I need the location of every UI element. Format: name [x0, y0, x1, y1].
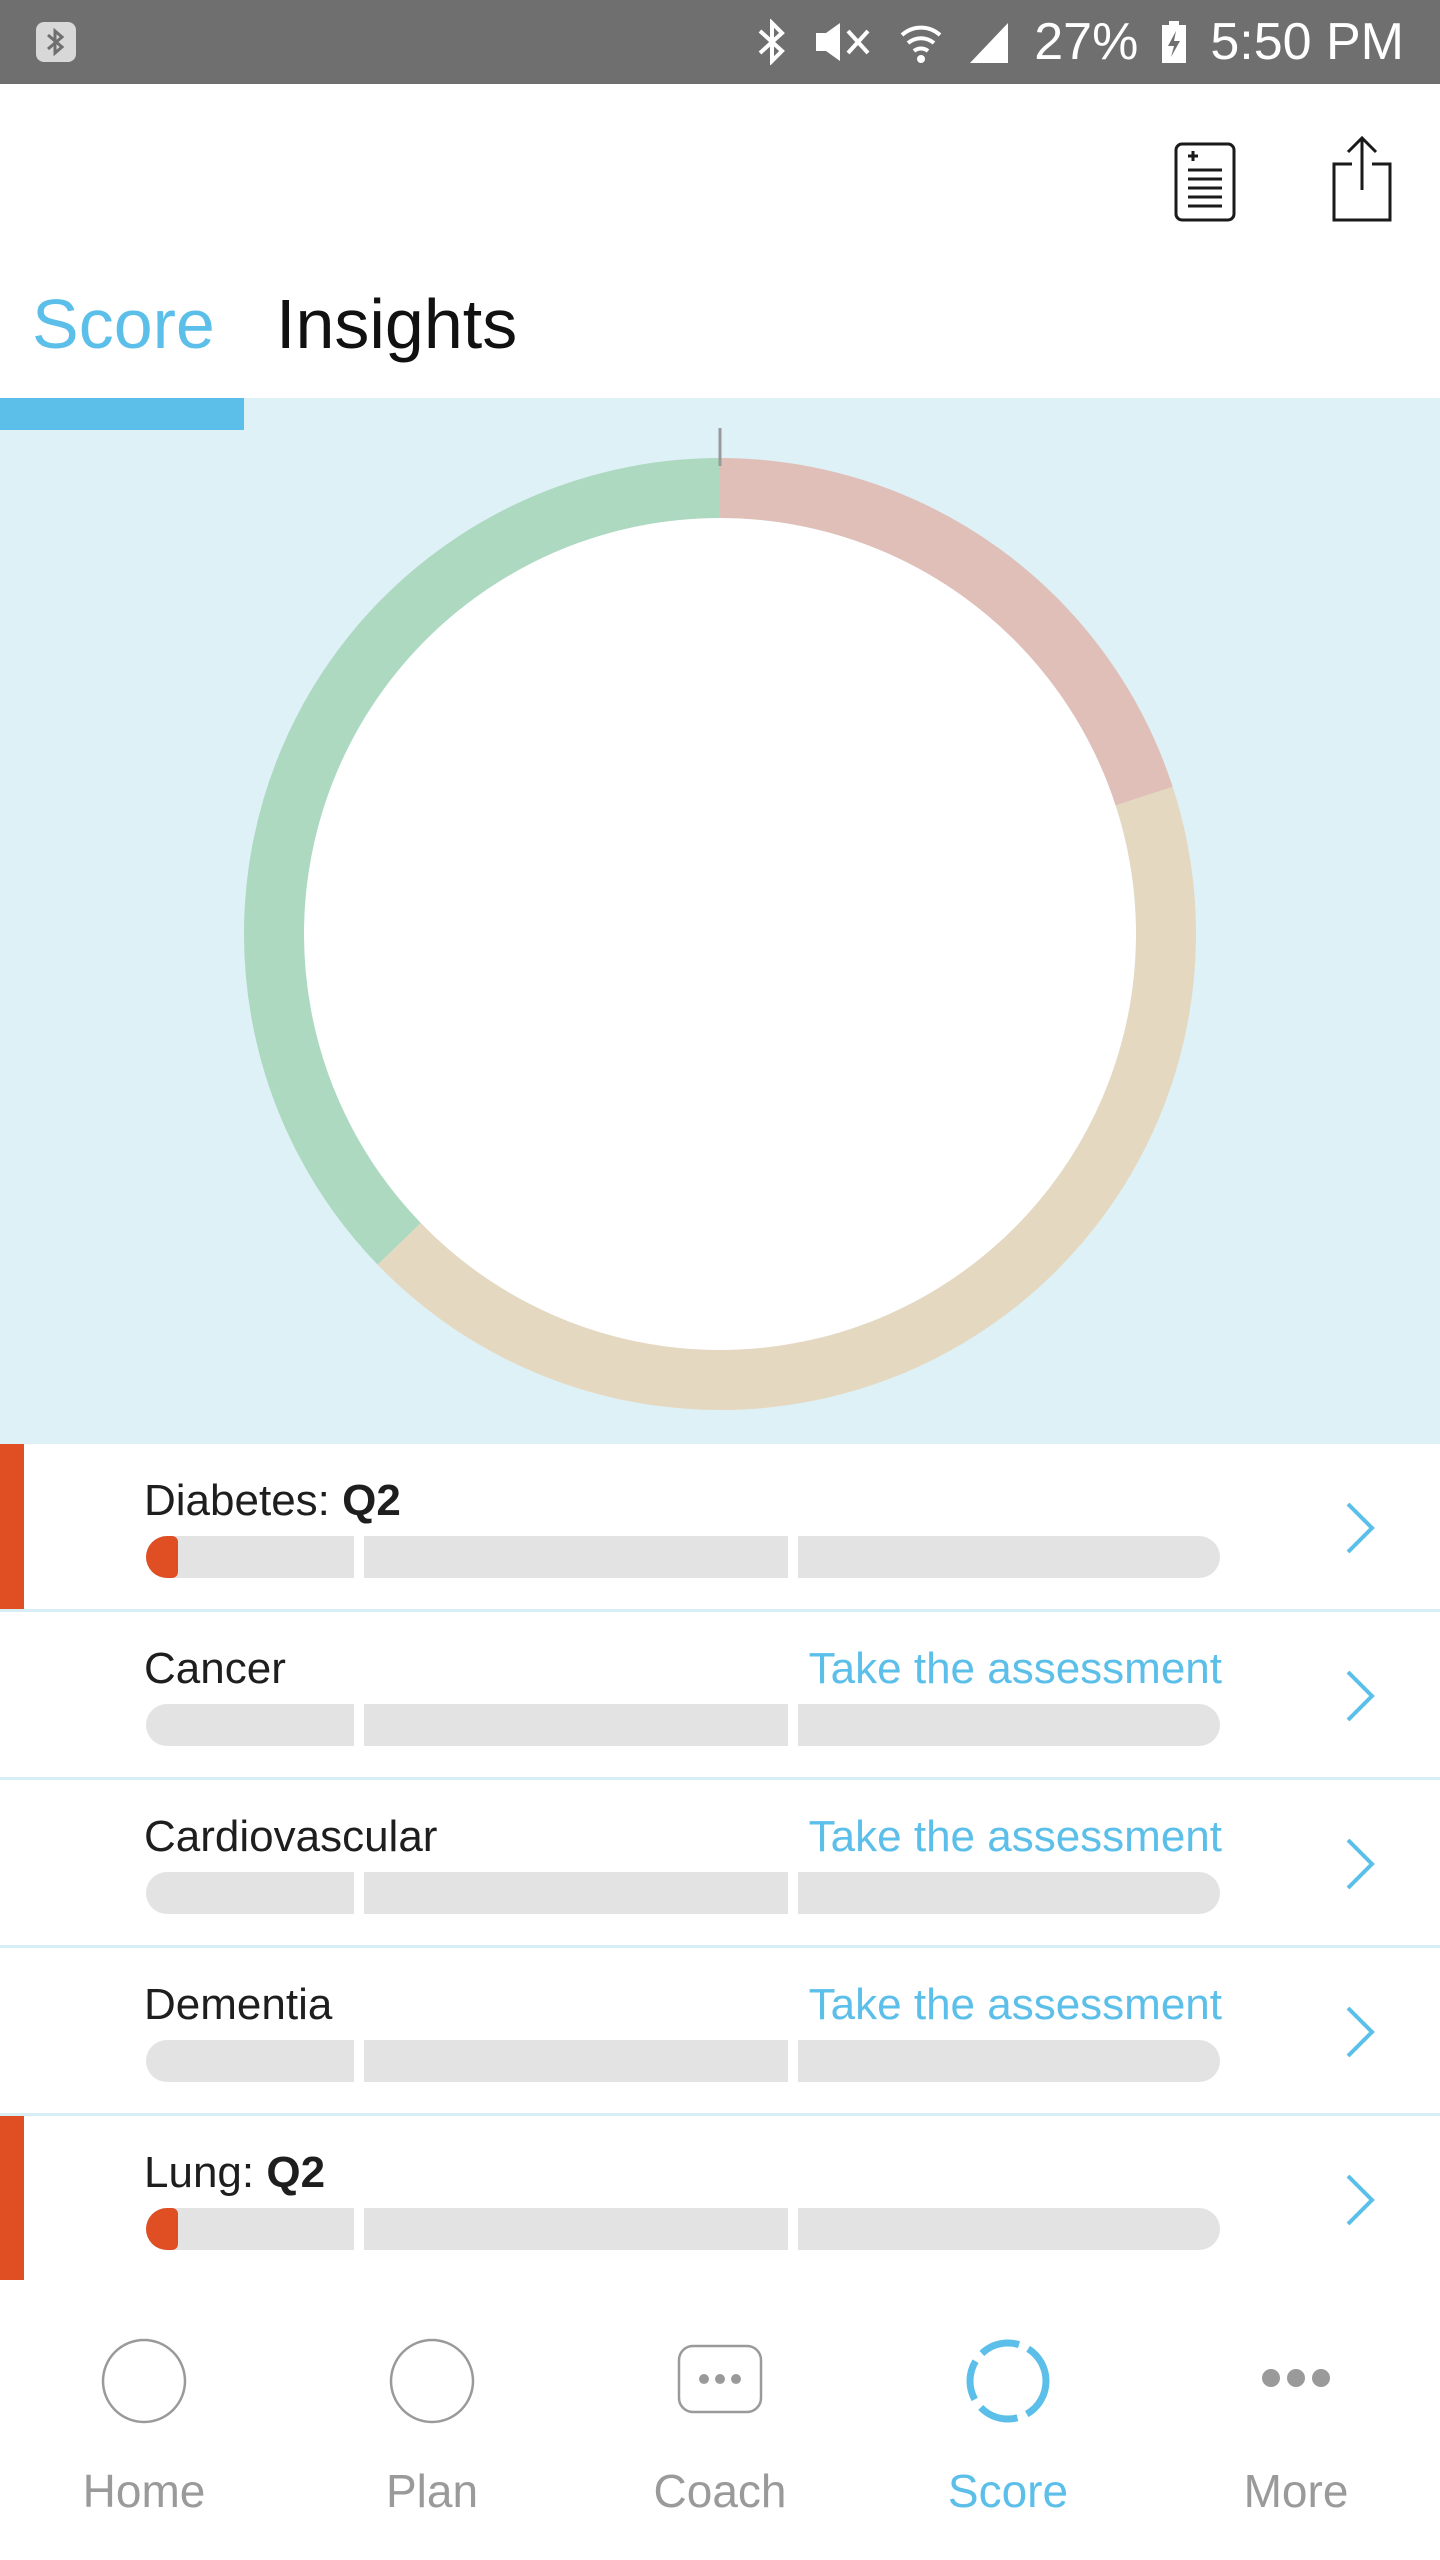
- risk-bar: [146, 1536, 1220, 1578]
- score-chart-area: [0, 398, 1440, 1444]
- score-icon: [966, 2339, 1050, 2423]
- risk-flag: [0, 2116, 24, 2281]
- risk-bar: [146, 2040, 1220, 2082]
- battery-percent: 27%: [1034, 13, 1139, 71]
- risk-label: Diabetes: Q2: [144, 1476, 401, 1525]
- risk-label: Lung: Q2: [144, 2148, 326, 2197]
- chevron-right-icon: [1346, 1838, 1375, 1890]
- risk-label: Cancer: [144, 1644, 286, 1693]
- ring-center: [304, 518, 1136, 1350]
- risk-bar-fill: [146, 1536, 178, 1578]
- take-assessment-link[interactable]: Take the assessment: [809, 1644, 1222, 1694]
- plan-icon: [389, 2338, 475, 2424]
- tab-score[interactable]: Score: [32, 284, 215, 364]
- wifi-icon: [900, 25, 942, 63]
- nav-label: More: [1243, 2465, 1349, 2517]
- risk-row-diabetes[interactable]: Diabetes: Q2: [0, 1444, 1440, 1612]
- tab-bar: Score Insights: [0, 264, 1440, 398]
- clock: 5:50 PM: [1210, 13, 1404, 71]
- nav-label: Home: [82, 2465, 206, 2517]
- take-assessment-link[interactable]: Take the assessment: [809, 1980, 1222, 2030]
- share-icon[interactable]: [1330, 134, 1394, 224]
- bottom-nav: Home Plan Coach Score More: [0, 2280, 1440, 2560]
- risk-bar-fill: [146, 2208, 178, 2250]
- status-bar: 27% 5:50 PM: [0, 0, 1440, 84]
- risk-bar: [146, 1704, 1220, 1746]
- risk-bar: [146, 1872, 1220, 1914]
- nav-label: Plan: [385, 2465, 479, 2517]
- nav-label: Coach: [653, 2465, 787, 2517]
- nav-score[interactable]: Score: [864, 2280, 1152, 2560]
- battery-charging-icon: [1162, 21, 1187, 63]
- home-icon: [101, 2338, 187, 2424]
- nav-label: Score: [947, 2465, 1069, 2517]
- risk-flag: [0, 1444, 24, 1609]
- nav-home[interactable]: Home: [0, 2280, 288, 2560]
- tab-insights[interactable]: Insights: [276, 284, 517, 364]
- chevron-right-icon: [1346, 1502, 1375, 1554]
- tab-indicator: [0, 398, 244, 430]
- app-bar: [0, 84, 1440, 264]
- nav-coach[interactable]: Coach: [576, 2280, 864, 2560]
- chevron-right-icon: [1346, 1670, 1375, 1722]
- chevron-right-icon: [1346, 2174, 1375, 2226]
- risk-row-cardiovascular[interactable]: Cardiovascular Take the assessment: [0, 1780, 1440, 1948]
- risk-row-lung[interactable]: Lung: Q2: [0, 2116, 1440, 2284]
- nav-more[interactable]: More: [1152, 2280, 1440, 2560]
- bluetooth-icon: [758, 19, 786, 65]
- signal-icon: [970, 23, 1009, 63]
- risk-row-dementia[interactable]: Dementia Take the assessment: [0, 1948, 1440, 2116]
- risk-bar: [146, 2208, 1220, 2250]
- mute-icon: [816, 23, 870, 61]
- report-icon[interactable]: [1174, 142, 1236, 222]
- take-assessment-link[interactable]: Take the assessment: [809, 1812, 1222, 1862]
- risk-list: Diabetes: Q2 Cancer Take the assessment …: [0, 1444, 1440, 2284]
- more-icon: [1262, 2369, 1330, 2387]
- risk-label: Cardiovascular: [144, 1812, 438, 1861]
- chevron-right-icon: [1346, 2006, 1375, 2058]
- nav-plan[interactable]: Plan: [288, 2280, 576, 2560]
- score-ring-chart: [244, 428, 1196, 1410]
- risk-row-cancer[interactable]: Cancer Take the assessment: [0, 1612, 1440, 1780]
- bluetooth-app-icon: [36, 22, 76, 62]
- risk-label: Dementia: [144, 1980, 333, 2029]
- coach-icon: [677, 2344, 763, 2414]
